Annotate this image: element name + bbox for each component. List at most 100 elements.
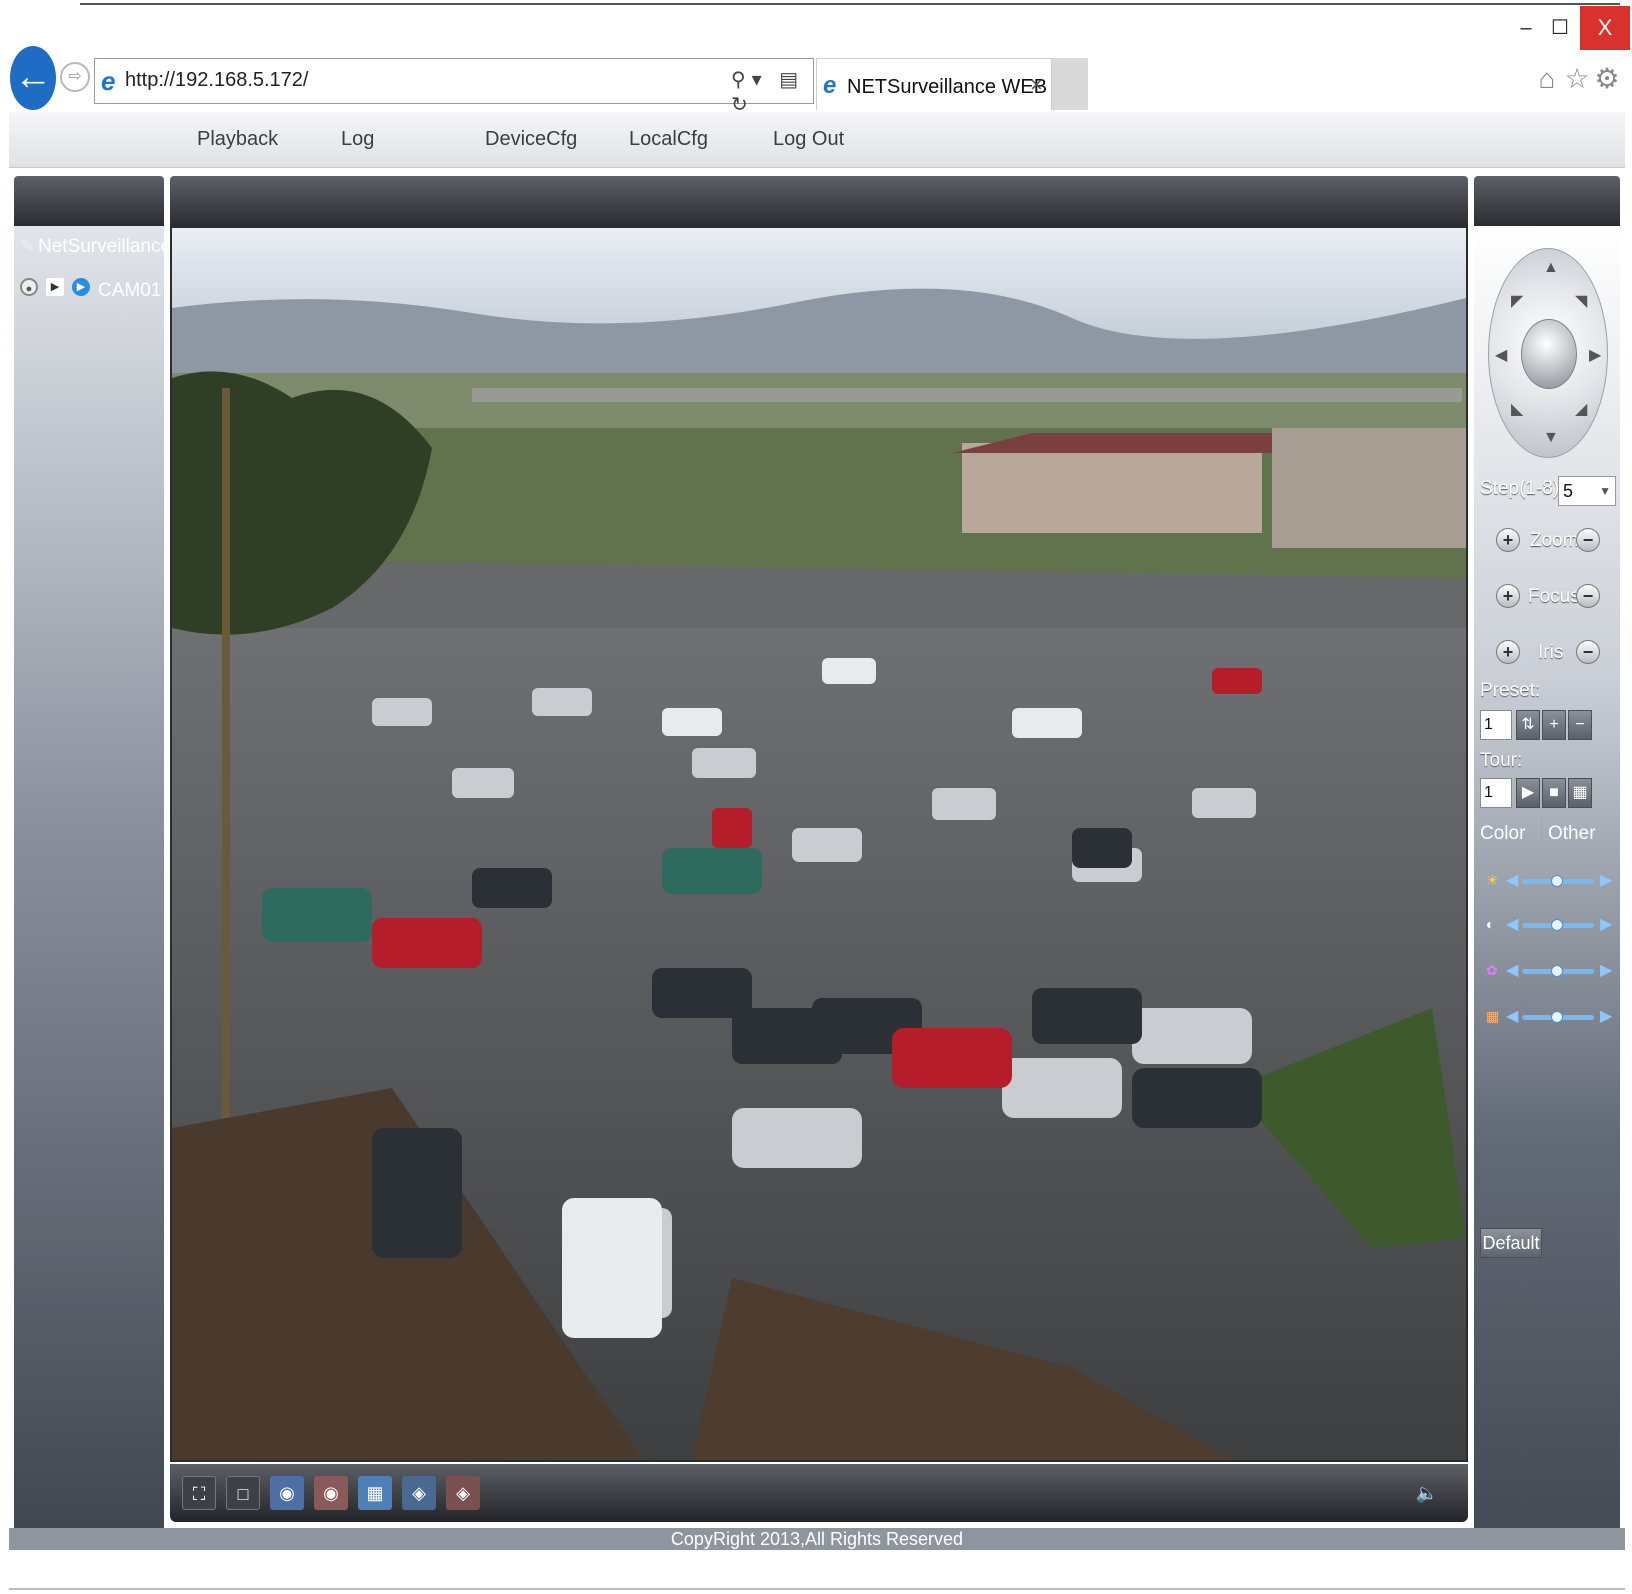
tab-color[interactable]: Color: [1476, 818, 1542, 850]
nav-playback[interactable]: Playback: [197, 128, 278, 151]
ptz-right-icon[interactable]: ▶: [1589, 345, 1601, 365]
ie-logo-icon: e: [101, 66, 116, 96]
step-value: 5: [1563, 481, 1574, 501]
slider-thumb[interactable]: [1551, 1011, 1563, 1023]
video-image: [172, 228, 1466, 1460]
new-tab-button[interactable]: [1052, 58, 1088, 110]
address-tools-icons[interactable]: ⚲▾ ▤ ↻: [731, 67, 813, 117]
zoom-label: Zoom: [1530, 530, 1579, 551]
slider-right-arrow-icon[interactable]: ▶: [1600, 914, 1612, 934]
browser-tab[interactable]: e NETSurveillance WEB ×: [816, 58, 1052, 110]
snapshot-icon[interactable]: ▦: [358, 1476, 392, 1510]
talk-start-icon[interactable]: ◈: [402, 1476, 436, 1510]
iris-open-icon[interactable]: +: [1496, 640, 1520, 664]
tab-ie-icon: e: [823, 72, 837, 99]
preset-add-icon[interactable]: +: [1542, 710, 1566, 740]
ptz-up-icon[interactable]: ▲: [1543, 259, 1559, 277]
tour-input[interactable]: 1: [1480, 778, 1512, 808]
video-toolbar: ⛶ □ ◉ ◉ ▦ ◈ ◈ 🔈: [170, 1464, 1468, 1522]
saturation-slider[interactable]: ✿ ◀ ▶: [1486, 960, 1612, 984]
wrench-icon: ✎: [20, 236, 36, 256]
ptz-down-left-icon[interactable]: ◣: [1511, 399, 1523, 419]
window-close-button[interactable]: X: [1580, 6, 1630, 50]
live-video-feed[interactable]: [170, 226, 1468, 1462]
ptz-joystick[interactable]: ▲ ▼ ◀ ▶ ◤ ◥ ◣ ◢: [1488, 248, 1608, 458]
iris-close-icon[interactable]: −: [1576, 640, 1600, 664]
device-tree-panel: ✎ NetSurveillance ● ▶ ▶ CAM01: [14, 226, 171, 1530]
image-settings-tabs: Color Other: [1476, 818, 1618, 850]
contrast-slider[interactable]: ◐ ◀ ▶: [1486, 914, 1612, 938]
slider-left-arrow-icon[interactable]: ◀: [1506, 1006, 1518, 1026]
slider-right-arrow-icon[interactable]: ▶: [1600, 870, 1612, 890]
nav-log[interactable]: Log: [341, 128, 374, 151]
favorites-star-icon[interactable]: ☆: [1562, 64, 1592, 94]
brightness-slider[interactable]: ☀ ◀ ▶: [1486, 870, 1612, 894]
talk-stop-icon[interactable]: ◈: [446, 1476, 480, 1510]
camera-label[interactable]: CAM01: [98, 280, 161, 302]
slider-track[interactable]: [1522, 875, 1594, 887]
address-url[interactable]: http://192.168.5.172/: [125, 69, 309, 92]
video-panel-header: [170, 176, 1468, 226]
record-stop-icon[interactable]: ◉: [314, 1476, 348, 1510]
tour-label: Tour:: [1480, 750, 1523, 771]
fullscreen-icon[interactable]: ⛶: [182, 1476, 216, 1510]
single-view-icon[interactable]: □: [226, 1476, 260, 1510]
tour-play-icon[interactable]: ▶: [1516, 778, 1540, 808]
nav-devicecfg[interactable]: DeviceCfg: [485, 128, 577, 151]
slider-right-arrow-icon[interactable]: ▶: [1600, 960, 1612, 980]
play-icon[interactable]: ▶: [46, 278, 64, 296]
record-icon[interactable]: ●: [20, 278, 38, 296]
left-panel-header: [14, 176, 164, 226]
default-button[interactable]: Default: [1480, 1228, 1542, 1258]
slider-thumb[interactable]: [1551, 919, 1563, 931]
tour-stop-icon[interactable]: ■: [1542, 778, 1566, 808]
ptz-down-right-icon[interactable]: ◢: [1575, 399, 1587, 419]
slider-right-arrow-icon[interactable]: ▶: [1600, 1006, 1612, 1026]
slider-track[interactable]: [1522, 1011, 1594, 1023]
slider-track[interactable]: [1522, 965, 1594, 977]
step-select[interactable]: 5 ▼: [1558, 476, 1616, 506]
chevron-down-icon: ▼: [1599, 484, 1611, 498]
slider-left-arrow-icon[interactable]: ◀: [1506, 914, 1518, 934]
forward-arrow-icon[interactable]: ⇨: [60, 62, 90, 92]
contrast-icon: ◐: [1486, 916, 1495, 932]
step-label: Step(1-8):: [1480, 478, 1565, 499]
hue-slider[interactable]: ▦ ◀ ▶: [1486, 1006, 1612, 1030]
stream-icon[interactable]: ▶: [72, 278, 90, 296]
slider-thumb[interactable]: [1551, 875, 1563, 887]
slider-thumb[interactable]: [1551, 965, 1563, 977]
ptz-up-right-icon[interactable]: ◥: [1575, 291, 1587, 311]
preset-delete-icon[interactable]: −: [1568, 710, 1592, 740]
nav-localcfg[interactable]: LocalCfg: [629, 128, 708, 151]
record-start-icon[interactable]: ◉: [270, 1476, 304, 1510]
copyright-footer: CopyRight 2013,All Rights Reserved: [9, 1528, 1625, 1550]
tab-title: NETSurveillance WEB: [847, 76, 1048, 98]
ptz-up-left-icon[interactable]: ◤: [1511, 291, 1523, 311]
zoom-out-icon[interactable]: −: [1576, 528, 1600, 552]
back-arrow-icon[interactable]: ←: [10, 46, 56, 110]
address-bar[interactable]: e http://192.168.5.172/ ⚲▾ ▤ ↻: [94, 58, 814, 116]
tab-close-icon[interactable]: ×: [1030, 72, 1043, 98]
slider-track[interactable]: [1522, 919, 1594, 931]
settings-gear-icon[interactable]: ⚙: [1592, 64, 1622, 94]
zoom-in-icon[interactable]: +: [1496, 528, 1520, 552]
window-bottom-border: [9, 1588, 1625, 1590]
ptz-center-button[interactable]: [1521, 319, 1577, 389]
ptz-down-icon[interactable]: ▼: [1543, 429, 1559, 447]
preset-goto-icon[interactable]: ⇅: [1516, 710, 1540, 740]
window-top-border: [80, 3, 1620, 5]
ptz-left-icon[interactable]: ◀: [1495, 345, 1507, 365]
tab-other[interactable]: Other: [1544, 818, 1618, 850]
tree-root-label[interactable]: NetSurveillance: [38, 236, 171, 258]
palette-icon: ▦: [1486, 1008, 1500, 1024]
slider-left-arrow-icon[interactable]: ◀: [1506, 960, 1518, 980]
focus-in-icon[interactable]: +: [1496, 584, 1520, 608]
audio-mute-icon[interactable]: 🔈: [1410, 1476, 1444, 1510]
maximize-button[interactable]: ☐: [1540, 14, 1580, 42]
preset-input[interactable]: 1: [1480, 710, 1512, 740]
slider-left-arrow-icon[interactable]: ◀: [1506, 870, 1518, 890]
nav-logout[interactable]: Log Out: [773, 128, 844, 151]
home-icon[interactable]: ⌂: [1532, 64, 1562, 94]
tour-grid-icon[interactable]: ▦: [1568, 778, 1592, 808]
focus-out-icon[interactable]: −: [1576, 584, 1600, 608]
